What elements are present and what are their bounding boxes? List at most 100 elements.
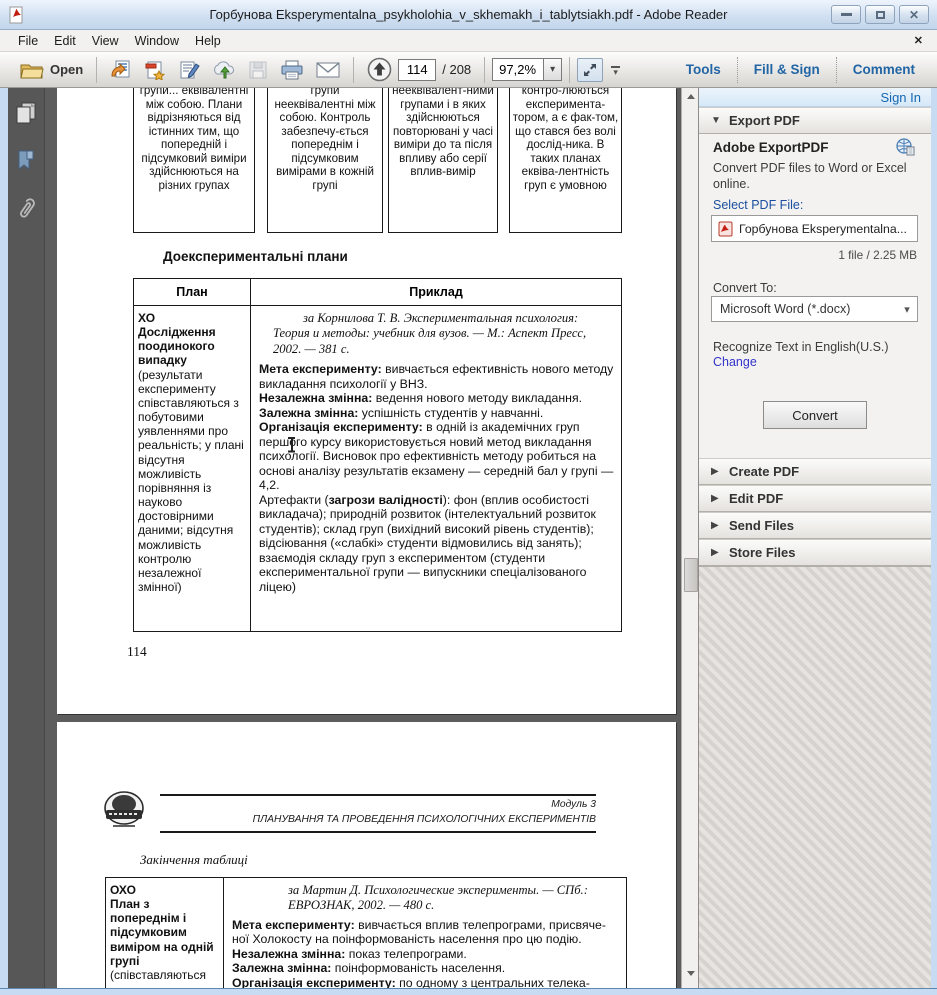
- menu-help[interactable]: Help: [187, 32, 229, 50]
- selected-file-name: Горбунова Eksperymentalna...: [739, 222, 907, 236]
- scheme-box-2: групи нееквівалентні між собою. Контроль…: [267, 88, 383, 233]
- page-up-button[interactable]: [361, 55, 398, 85]
- window-border-right: [931, 88, 937, 995]
- pre-experimental-plans-table: План Приклад ХО Дослідження поодинокого …: [133, 278, 622, 632]
- send-files-section-header[interactable]: ▶ Send Files: [699, 512, 931, 539]
- minimize-button[interactable]: [831, 5, 861, 24]
- paragraph: Залежна змінна: успішність студентів у н…: [259, 406, 614, 421]
- chevron-down-icon: ▾: [897, 303, 917, 316]
- tools-button[interactable]: Tools: [670, 62, 737, 77]
- store-files-label: Store Files: [729, 545, 795, 560]
- save-floppy-icon: [248, 60, 268, 80]
- zoom-level-input[interactable]: [492, 58, 544, 81]
- titlebar[interactable]: Горбунова Eksperymentalna_psykholohia_v_…: [0, 0, 937, 30]
- comment-button[interactable]: Comment: [837, 62, 931, 77]
- document-view[interactable]: групи... еквівалентні між собою. Плани в…: [45, 88, 681, 988]
- toolbar-overflow-button[interactable]: ▾: [611, 66, 620, 74]
- email-button[interactable]: [310, 55, 346, 85]
- export-to-word-button[interactable]: [104, 55, 138, 85]
- module-label: Модуль 3: [160, 798, 596, 813]
- menu-edit[interactable]: Edit: [46, 32, 84, 50]
- export-pdf-section-header[interactable]: ▼ Export PDF: [699, 107, 931, 134]
- save-button[interactable]: [242, 55, 274, 85]
- column-header-example: Приклад: [251, 279, 621, 305]
- print-button[interactable]: [274, 55, 310, 85]
- sign-in-bar: Sign In: [699, 88, 931, 107]
- paragraph: Організація експерименту: по одному з це…: [232, 976, 619, 988]
- store-files-section-header[interactable]: ▶ Store Files: [699, 539, 931, 566]
- menu-window[interactable]: Window: [127, 32, 187, 50]
- page-thumbnails-icon: [15, 101, 37, 125]
- menu-view[interactable]: View: [84, 32, 127, 50]
- change-language-link[interactable]: Change: [713, 355, 757, 369]
- attachments-button[interactable]: [13, 196, 39, 222]
- pdf-page-114: групи... еквівалентні між собою. Плани в…: [57, 88, 676, 714]
- zoom-dropdown-button[interactable]: ▾: [544, 58, 562, 81]
- table-row: ХО Дослідження поодинокого випадку (резу…: [134, 306, 621, 632]
- triangle-collapsed-icon: ▶: [711, 493, 721, 504]
- bookmarks-button[interactable]: [13, 148, 39, 174]
- window-border-bottom: [0, 988, 937, 995]
- format-select[interactable]: Microsoft Word (*.docx) ▾: [711, 296, 918, 322]
- scroll-down-icon: [687, 971, 695, 976]
- chevron-down-icon: ▾: [613, 70, 618, 74]
- paragraph: Мета експерименту: вивчається ефективніс…: [259, 362, 614, 391]
- example-cell: за Мартин Д. Психологические эксперимент…: [224, 878, 626, 988]
- selected-file-box[interactable]: Горбунова Eksperymentalna...: [711, 215, 918, 242]
- export-document-icon: [110, 60, 132, 80]
- scrollbar-thumb[interactable]: [684, 558, 698, 592]
- scroll-up-button[interactable]: [683, 89, 698, 104]
- edit-pdf-section-header[interactable]: ▶ Edit PDF: [699, 485, 931, 512]
- select-pdf-label: Select PDF File:: [713, 198, 803, 212]
- edit-pdf-label: Edit PDF: [729, 491, 783, 506]
- citation: за Корнилова Т. В. Экспериментальная пси…: [259, 311, 614, 357]
- text-cursor: [287, 437, 296, 452]
- scheme-box-1: групи... еквівалентні між собою. Плани в…: [133, 88, 255, 233]
- header-rule-bottom: [160, 831, 596, 833]
- pdf-page-115: Модуль 3 ПЛАНУВАННЯ ТА ПРОВЕДЕННЯ ПСИХОЛ…: [57, 722, 676, 988]
- plan-note: (результати експерименту співставляються…: [138, 368, 246, 595]
- export-pdf-label: Export PDF: [729, 113, 800, 128]
- paragraph: Незалежна змінна: показ телепрограми.: [232, 947, 619, 962]
- online-service-icon: [895, 138, 915, 156]
- tools-panel: Sign In ▼ Export PDF Adobe ExportPDF Con…: [698, 88, 931, 988]
- convert-button[interactable]: Convert: [763, 401, 867, 429]
- page-total-label: / 208: [442, 62, 471, 77]
- open-button[interactable]: Open: [14, 55, 89, 85]
- minimize-icon: [841, 13, 852, 16]
- table-continuation-caption: Закінчення таблиці: [140, 852, 248, 868]
- exportpdf-description: Convert PDF files to Word or Excel onlin…: [713, 160, 913, 193]
- running-header: Модуль 3 ПЛАНУВАННЯ ТА ПРОВЕДЕННЯ ПСИХОЛ…: [160, 798, 596, 828]
- plan-code: ОХО: [110, 883, 219, 897]
- menu-file[interactable]: File: [10, 32, 46, 50]
- create-pdf-section-header[interactable]: ▶ Create PDF: [699, 458, 931, 485]
- vertical-scrollbar[interactable]: [681, 88, 698, 988]
- create-pdf-button[interactable]: [138, 55, 172, 85]
- plan-name: План з попереднім і підсумковим виміром …: [110, 897, 219, 968]
- create-pdf-icon: [144, 60, 166, 80]
- module-title: ПЛАНУВАННЯ ТА ПРОВЕДЕННЯ ПСИХОЛОГІЧНИХ Е…: [160, 813, 596, 828]
- example-cell: за Корнилова Т. В. Экспериментальная пси…: [251, 306, 621, 632]
- plan-cell: ОХО План з попереднім і підсумковим вимі…: [106, 878, 224, 988]
- page-thumbnails-button[interactable]: [13, 100, 39, 126]
- open-button-label: Open: [50, 62, 83, 77]
- sign-document-button[interactable]: [172, 55, 206, 85]
- page-number-input[interactable]: [398, 59, 436, 81]
- scroll-down-button[interactable]: [683, 966, 698, 981]
- sign-pencil-icon: [178, 60, 200, 80]
- triangle-collapsed-icon: ▶: [711, 520, 721, 531]
- close-button[interactable]: ✕: [899, 5, 929, 24]
- menubar-close-icon[interactable]: ✕: [914, 34, 923, 47]
- scheme-box-3: нееквівалент-ними групами і в яких здійс…: [388, 88, 498, 233]
- email-envelope-icon: [316, 61, 340, 79]
- restore-icon: [876, 11, 885, 19]
- sign-in-link[interactable]: Sign In: [881, 90, 921, 105]
- fill-sign-button[interactable]: Fill & Sign: [738, 62, 836, 77]
- plan-name: Дослідження поодинокого випадку: [138, 325, 246, 367]
- fit-to-window-button[interactable]: [577, 58, 603, 82]
- format-selected-value: Microsoft Word (*.docx): [712, 302, 897, 316]
- upload-to-cloud-button[interactable]: [206, 55, 242, 85]
- restore-button[interactable]: [865, 5, 895, 24]
- bookmark-icon: [16, 149, 36, 173]
- create-pdf-label: Create PDF: [729, 464, 799, 479]
